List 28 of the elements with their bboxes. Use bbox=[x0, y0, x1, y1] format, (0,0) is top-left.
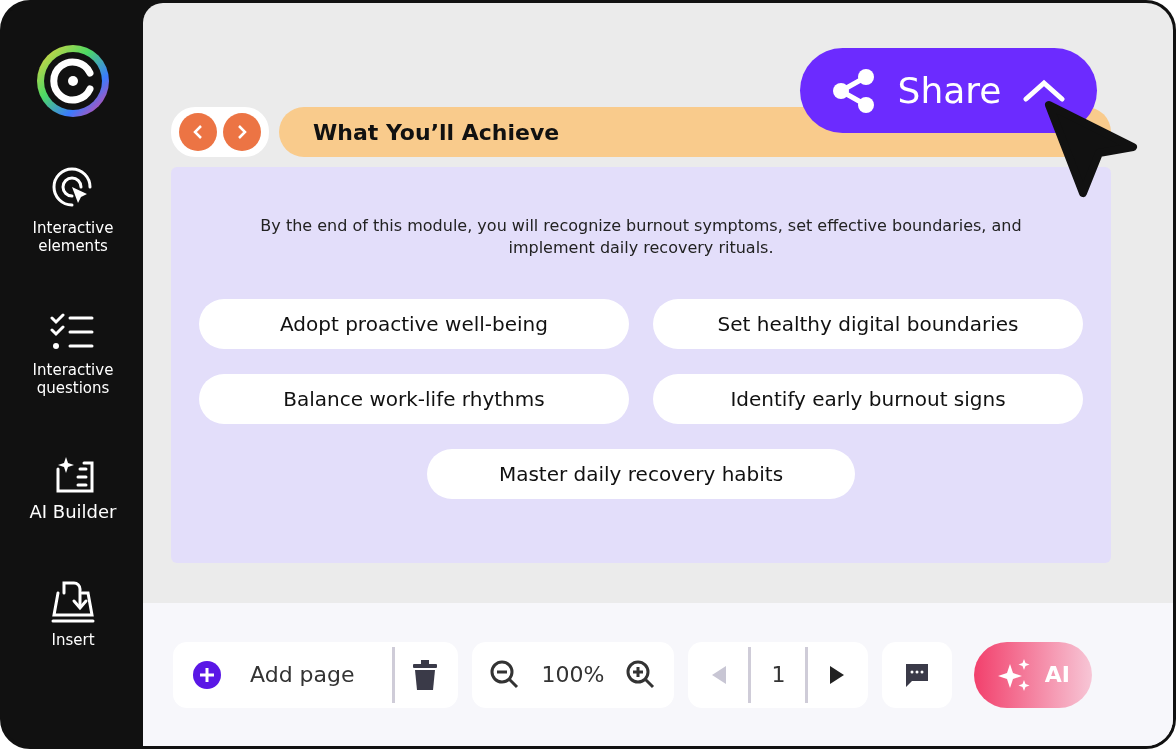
chevron-left-icon bbox=[192, 124, 204, 140]
chevron-up-icon bbox=[1023, 78, 1066, 103]
sidebar-label[interactable]: Insert bbox=[51, 631, 95, 649]
logo-icon bbox=[35, 43, 111, 119]
cursor-icon bbox=[1043, 99, 1139, 199]
goal-chip: Master daily recovery habits bbox=[427, 449, 855, 499]
previous-button[interactable] bbox=[179, 113, 217, 151]
goal-chip: Balance work-life rhythms bbox=[199, 374, 629, 424]
goal-chip: Set healthy digital boundaries bbox=[653, 299, 1083, 349]
zoom-level: 100% bbox=[541, 662, 605, 687]
comment-icon[interactable] bbox=[904, 661, 931, 688]
goal-chip: Adopt proactive well-being bbox=[199, 299, 629, 349]
page-number: 1 bbox=[771, 662, 786, 687]
chevron-right-icon bbox=[236, 124, 248, 140]
sidebar-label[interactable]: Interactive questions bbox=[3, 361, 143, 397]
share-icon bbox=[831, 67, 876, 114]
sidebar-label[interactable]: AI Builder bbox=[29, 503, 117, 521]
zoom-out-icon[interactable] bbox=[489, 659, 520, 690]
tray-download-icon bbox=[50, 579, 96, 623]
share-button[interactable]: Share bbox=[800, 48, 1097, 133]
add-icon[interactable] bbox=[193, 660, 221, 689]
goal-chip: Identify early burnout signs bbox=[653, 374, 1083, 424]
sidebar-label[interactable]: Interactive elements bbox=[3, 219, 143, 255]
zoom-in-icon[interactable] bbox=[626, 659, 657, 690]
description: By the end of this module, you will recognize burnout symptoms, set effective boundaries, and implement daily recovery rituals. bbox=[259, 215, 1023, 259]
add-page-label[interactable]: Add page bbox=[250, 662, 355, 687]
trash-icon[interactable] bbox=[411, 659, 438, 690]
next-button[interactable] bbox=[223, 113, 261, 151]
